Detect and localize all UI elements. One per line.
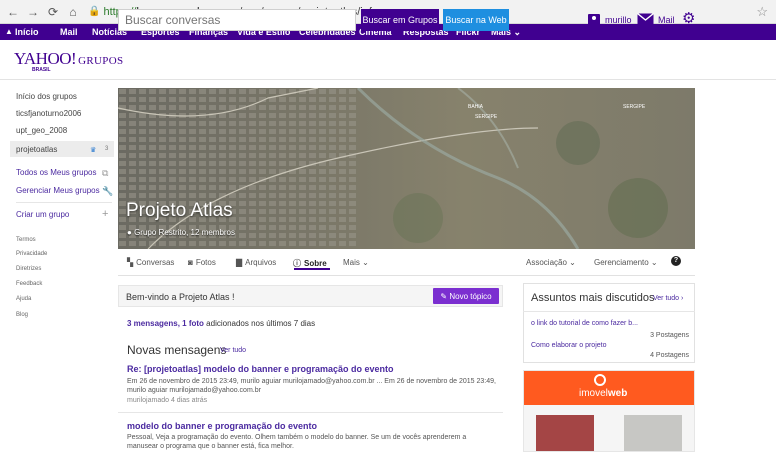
- mail-icon[interactable]: [637, 13, 654, 26]
- sidebar-create-group[interactable]: Criar um grupo: [16, 210, 69, 219]
- new-topic-button[interactable]: ✎ Novo tópico: [433, 288, 499, 304]
- group-tabs: ▚ Conversas ◙ Fotos ▇ Arquivos ⓘ Sobre Mais …: [118, 249, 695, 276]
- sidebar-group-ticsfjanoturno2006[interactable]: ticsfjanoturno2006: [16, 109, 81, 118]
- map-label-sergipe-2: SERGIPE: [623, 104, 646, 110]
- topnav-inicio[interactable]: Início: [15, 27, 39, 37]
- topnav-mail[interactable]: Mail: [60, 27, 78, 37]
- top-topics-divider: [523, 311, 695, 312]
- footer-privacidade[interactable]: Privacidade: [16, 251, 47, 257]
- message-snippet: Pessoal, Veja a programação do evento. O…: [127, 434, 467, 450]
- see-all-messages-link[interactable]: Ver tudo: [220, 347, 246, 354]
- camera-icon: ◙: [188, 258, 193, 267]
- lock-icon: 🔒: [88, 6, 101, 17]
- summary-photos-link[interactable]: 1 foto: [182, 319, 204, 328]
- location-pin-icon: [594, 374, 606, 386]
- groups-header: YAHOO! GRUPOS BRASIL: [0, 40, 776, 80]
- sidebar-all-groups[interactable]: Todos os Meus grupos: [16, 168, 97, 177]
- home-nav-icon[interactable]: ▲: [5, 27, 13, 36]
- top-topics-see-all[interactable]: Ver tudo ›: [653, 295, 683, 302]
- edit-icon: ✎: [440, 291, 448, 301]
- message-snippet: Em 26 de novembro de 2015 23:49, murilo …: [127, 378, 496, 394]
- ad-image: [536, 415, 594, 451]
- group-subtitle: ● Grupo Restrito, 12 membros: [127, 228, 236, 237]
- message-meta: murilojamado 4 dias atrás: [127, 397, 208, 404]
- sidebar-manage-groups[interactable]: Gerenciar Meus grupos: [16, 186, 100, 195]
- sidebar-group-projetoatlas[interactable]: projetoatlas: [16, 145, 57, 154]
- ad-banner[interactable]: imovelweb: [523, 370, 695, 452]
- topic-link[interactable]: o link do tutorial de como fazer b...: [531, 320, 638, 327]
- search-input[interactable]: [118, 9, 356, 31]
- reload-icon[interactable]: ⟳: [46, 5, 60, 19]
- user-icon[interactable]: [588, 14, 600, 26]
- crown-icon: ♛: [90, 147, 97, 154]
- tab-fotos[interactable]: ◙ Fotos: [188, 258, 216, 267]
- aerial-map-image: BAHIA SERGIPE SERGIPE: [118, 88, 695, 249]
- gear-icon[interactable]: ⚙: [682, 11, 695, 26]
- topic-count: 3 Postagens: [650, 332, 689, 339]
- sidebar-home[interactable]: Início dos grupos: [16, 92, 77, 101]
- chat-icon: ▚: [127, 258, 134, 267]
- yahoo-groups-logo[interactable]: YAHOO! GRUPOS BRASIL: [14, 49, 123, 73]
- group-title: Projeto Atlas: [126, 200, 233, 221]
- footer-diretrizes[interactable]: Diretrizes: [16, 266, 41, 272]
- back-icon[interactable]: ←: [6, 5, 20, 19]
- plus-icon[interactable]: +: [102, 208, 108, 220]
- sidebar-group-upt-geo-2008[interactable]: upt_geo_2008: [16, 126, 67, 135]
- circle-icon: ●: [127, 228, 132, 237]
- map-label-bahia: BAHIA: [468, 104, 484, 110]
- ad-brand-logo: imovelweb: [579, 388, 628, 399]
- tab-arquivos[interactable]: ▇ Arquivos: [236, 258, 276, 267]
- folder-icon: ▇: [236, 258, 243, 267]
- home-icon[interactable]: ⌂: [66, 5, 80, 19]
- active-tab-indicator: [294, 268, 330, 270]
- user-name[interactable]: murillo: [605, 15, 632, 25]
- search-web-button[interactable]: Buscar na Web: [443, 9, 509, 31]
- sidebar-unread-count: 3: [105, 146, 109, 152]
- wrench-icon: 🔧: [102, 186, 114, 196]
- left-sidebar: Início dos grupos ticsfjanoturno2006 upt…: [0, 80, 118, 452]
- tab-conversas[interactable]: ▚ Conversas: [127, 258, 174, 267]
- footer-ajuda[interactable]: Ajuda: [16, 296, 31, 302]
- search-groups-button[interactable]: Buscar em Grupos: [361, 9, 439, 31]
- tab-gerenciamento[interactable]: Gerenciamento ⌄: [594, 258, 658, 267]
- footer-feedback[interactable]: Feedback: [16, 281, 42, 287]
- message-title[interactable]: Re: [projetoatlas] modelo do banner e pr…: [127, 364, 394, 374]
- bookmark-star-icon[interactable]: ☆: [756, 4, 768, 20]
- footer-blog[interactable]: Blog: [16, 312, 28, 318]
- ad-image: [624, 415, 682, 451]
- footer-termos[interactable]: Termos: [16, 237, 36, 243]
- top-topics-title: Assuntos mais discutidos: [531, 292, 655, 304]
- mail-link[interactable]: Mail: [658, 15, 675, 25]
- forward-icon[interactable]: →: [26, 5, 40, 19]
- help-icon[interactable]: ?: [671, 256, 681, 266]
- topic-link[interactable]: Como elaborar o projeto: [531, 342, 607, 349]
- message-title[interactable]: modelo do banner e programação do evento: [127, 421, 317, 431]
- topic-count: 4 Postagens: [650, 352, 689, 359]
- section-title: Novas mensagens: [127, 343, 227, 357]
- map-label-sergipe-1: SERGIPE: [475, 114, 498, 120]
- activity-summary: 3 mensagens, 1 foto adicionados nos últi…: [127, 319, 316, 328]
- cover-photo: BAHIA SERGIPE SERGIPE: [118, 88, 695, 249]
- tab-mais[interactable]: Mais ⌄: [343, 258, 369, 267]
- welcome-text: Bem-vindo a Projeto Atlas !: [126, 292, 235, 302]
- sidebar-divider: [16, 202, 112, 203]
- summary-messages-link[interactable]: 3 mensagens: [127, 319, 178, 328]
- groups-icon: ⧉: [102, 168, 109, 178]
- tab-associacao[interactable]: Associação ⌄: [526, 258, 576, 267]
- message-divider: [118, 412, 503, 413]
